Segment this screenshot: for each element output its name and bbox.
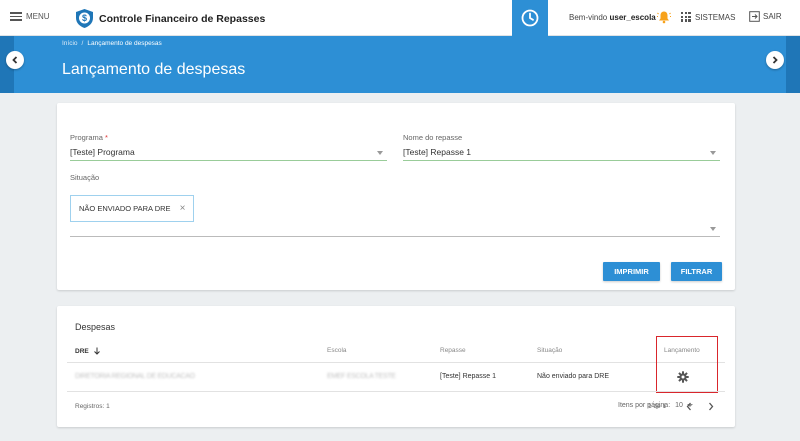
- chevron-left-icon: [686, 402, 691, 411]
- cell-repasse: [Teste] Repasse 1: [440, 373, 497, 380]
- situacao-label: Situação: [70, 173, 100, 182]
- brand[interactable]: $ Controle Financeiro de Repasses: [76, 9, 265, 28]
- situacao-select[interactable]: [70, 223, 720, 237]
- column-header-dre[interactable]: DRE: [75, 347, 101, 355]
- menu-button[interactable]: MENU: [10, 12, 50, 21]
- cell-dre: DIRETORIA REGIONAL DE EDUCACAO: [75, 373, 195, 380]
- cell-situacao: Não enviado para DRE: [537, 373, 609, 380]
- dollar-shield-logo-icon: $: [76, 9, 93, 28]
- page-info: 1 de 1: [648, 403, 667, 410]
- clock-icon: [521, 9, 539, 27]
- situacao-chip: NÃO ENVIADO PARA DRE ×: [70, 195, 195, 222]
- previous-page-button[interactable]: [685, 402, 693, 413]
- column-header-escola[interactable]: Escola: [327, 347, 347, 354]
- page-title: Lançamento de despesas: [62, 61, 246, 78]
- breadcrumb-current: Lançamento de despesas: [87, 40, 162, 47]
- chevron-left-icon: [12, 56, 18, 64]
- dropdown-arrow-icon: [377, 151, 383, 155]
- header-divider: [67, 362, 725, 363]
- next-page-button[interactable]: [707, 402, 715, 413]
- column-header-situacao[interactable]: Situação: [537, 347, 562, 354]
- records-count: Registros: 1: [75, 403, 110, 410]
- repasse-label: Nome do repasse: [403, 133, 463, 142]
- clock-button[interactable]: [512, 0, 548, 36]
- systems-button[interactable]: SISTEMAS: [681, 12, 735, 22]
- sort-arrow-down-icon: [93, 347, 100, 355]
- username: user_escola: [609, 13, 656, 22]
- print-button[interactable]: IMPRIMIR: [603, 262, 660, 281]
- menu-label: MENU: [26, 12, 50, 21]
- logout-label: SAIR: [763, 12, 782, 21]
- chip-remove-icon[interactable]: ×: [180, 203, 186, 214]
- logout-icon: [749, 11, 760, 22]
- row-divider: [67, 391, 725, 392]
- apps-grid-icon: [681, 12, 691, 22]
- previous-button[interactable]: [6, 51, 24, 69]
- column-header-repasse[interactable]: Repasse: [440, 347, 466, 354]
- programa-select[interactable]: [Teste] Programa: [70, 147, 387, 161]
- chevron-right-icon: [709, 402, 714, 411]
- repasse-select[interactable]: [Teste] Repasse 1: [403, 147, 720, 161]
- lancamento-highlight-box: [656, 336, 718, 393]
- breadcrumb-home[interactable]: Início: [62, 40, 78, 47]
- dropdown-arrow-icon: [710, 151, 716, 155]
- alarm-bell-icon[interactable]: [657, 10, 671, 24]
- hamburger-icon: [10, 12, 22, 21]
- items-per-page-value[interactable]: 10: [675, 402, 683, 409]
- systems-label: SISTEMAS: [695, 12, 736, 22]
- top-bar: MENU $ Controle Financeiro de Repasses B…: [0, 0, 800, 36]
- dropdown-arrow-icon: [710, 227, 716, 231]
- next-button[interactable]: [766, 51, 784, 69]
- filter-card: Programa * [Teste] Programa Nome do repa…: [57, 103, 735, 290]
- chip-label: NÃO ENVIADO PARA DRE: [79, 204, 171, 213]
- app-title: Controle Financeiro de Repasses: [99, 12, 266, 25]
- expenses-card: Despesas DRE Escola Repasse Situação Lan…: [57, 306, 735, 427]
- welcome-text: Bem-vindo user_escola: [569, 13, 656, 22]
- svg-text:$: $: [82, 13, 87, 23]
- filter-button[interactable]: FILTRAR: [671, 262, 722, 281]
- cell-escola: EMEF ESCOLA TESTE: [327, 373, 396, 380]
- breadcrumb: Início / Lançamento de despesas: [62, 40, 162, 47]
- expenses-title: Despesas: [75, 322, 116, 332]
- chevron-right-icon: [772, 56, 778, 64]
- logout-button[interactable]: SAIR: [749, 11, 782, 22]
- right-edge: [786, 36, 800, 93]
- programa-label: Programa *: [70, 133, 108, 142]
- breadcrumb-separator: /: [81, 40, 84, 47]
